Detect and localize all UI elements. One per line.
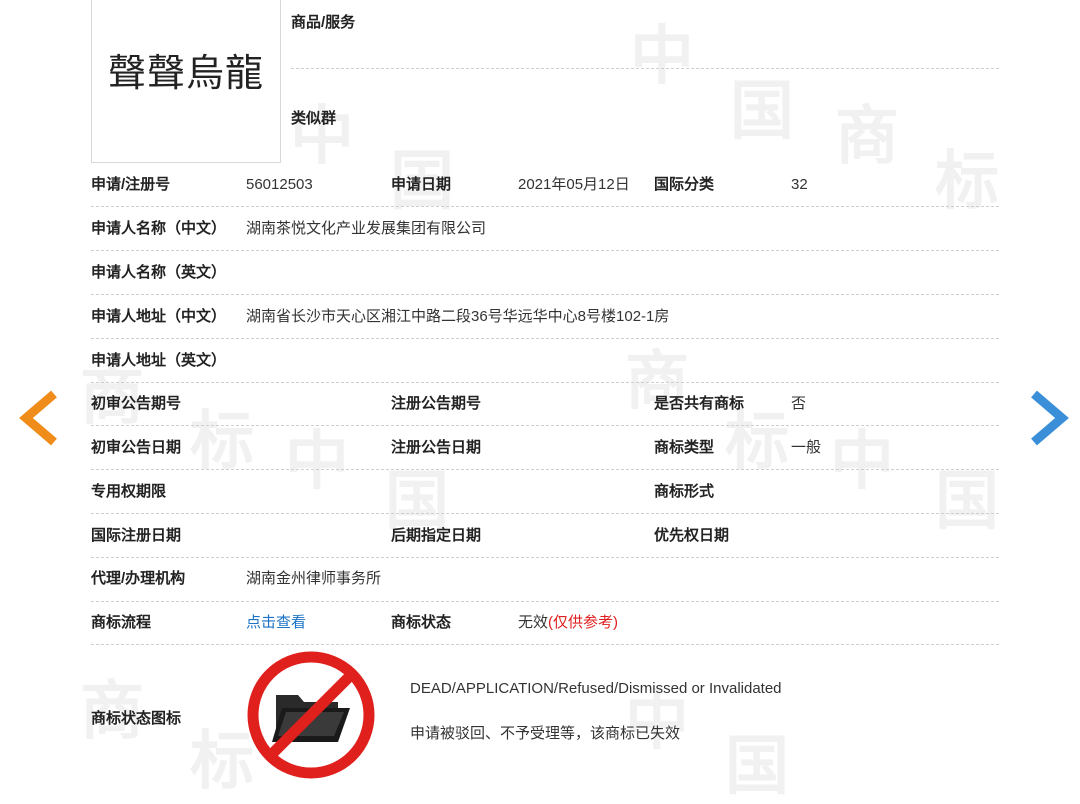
arrow-left-icon[interactable] xyxy=(18,390,58,446)
status-description-cn: 申请被驳回、不予受理等，该商标已失效 xyxy=(410,725,681,742)
reg-announcement-no-label: 注册公告期号 xyxy=(391,395,482,412)
intl-class-label: 国际分类 xyxy=(654,176,715,193)
priority-date-label: 优先权日期 xyxy=(654,527,730,544)
view-process-link[interactable]: 点击查看 xyxy=(246,601,306,645)
trademark-status-value: 无效(仅供参考) xyxy=(518,601,618,645)
exclusive-period-label: 专用权期限 xyxy=(91,483,167,500)
applicant-cn-label: 申请人名称（中文） xyxy=(91,220,227,237)
prohibited-folder-icon xyxy=(247,651,375,779)
agent-label: 代理/办理机构 xyxy=(91,570,186,587)
shared-trademark-value: 否 xyxy=(791,395,807,412)
watermark-char: 标 xyxy=(190,725,254,799)
row-applicant-cn: 申请人名称（中文） 湖南茶悦文化产业发展集团有限公司 xyxy=(91,207,999,251)
row-intl-registration: 国际注册日期 后期指定日期 优先权日期 xyxy=(91,514,999,558)
registration-no-value: 56012503 xyxy=(246,176,313,193)
application-date-value: 2021年05月12日 xyxy=(518,176,630,193)
row-announcement-date: 初审公告日期 注册公告日期 商标类型 一般 xyxy=(91,426,999,470)
row-applicant-en: 申请人名称（英文） xyxy=(91,251,999,295)
reference-only-note: (仅供参考) xyxy=(548,614,619,631)
agent-value: 湖南金州律师事务所 xyxy=(246,570,382,587)
similar-group-label: 类似群 xyxy=(291,110,337,127)
row-address-en: 申请人地址（英文） xyxy=(91,339,999,383)
later-designation-date-label: 后期指定日期 xyxy=(391,527,482,544)
watermark-char: 国 xyxy=(730,75,794,149)
goods-services-label: 商品/服务 xyxy=(291,14,356,31)
row-address-cn: 申请人地址（中文） 湖南省长沙市天心区湘江中路二段36号华远华中心8号楼102-… xyxy=(91,295,999,339)
application-date-label: 申请日期 xyxy=(391,176,452,193)
reg-announcement-date-label: 注册公告日期 xyxy=(391,439,482,456)
divider xyxy=(91,644,999,645)
row-process-status: 商标流程 点击查看 商标状态 无效(仅供参考) xyxy=(91,601,999,645)
arrow-right-icon[interactable] xyxy=(1030,390,1070,446)
row-registration: 申请/注册号 56012503 申请日期 2021年05月12日 国际分类 32 xyxy=(91,163,999,207)
prelim-announcement-no-label: 初审公告期号 xyxy=(91,395,182,412)
trademark-image: 聲聲烏龍 xyxy=(91,0,281,163)
watermark-char: 商 xyxy=(835,100,899,174)
trademark-status-label: 商标状态 xyxy=(391,614,452,631)
trademark-type-label: 商标类型 xyxy=(654,439,715,456)
applicant-cn-value: 湖南茶悦文化产业发展集团有限公司 xyxy=(246,220,487,237)
divider xyxy=(291,68,999,69)
prelim-announcement-date-label: 初审公告日期 xyxy=(91,439,182,456)
status-icon-label: 商标状态图标 xyxy=(91,710,182,727)
row-announcement-no: 初审公告期号 注册公告期号 是否共有商标 否 xyxy=(91,382,999,426)
trademark-logo-text: 聲聲烏龍 xyxy=(107,51,264,95)
status-text: 无效 xyxy=(518,614,549,631)
address-en-label: 申请人地址（英文） xyxy=(91,352,227,369)
registration-no-label: 申请/注册号 xyxy=(91,176,171,193)
trademark-form-label: 商标形式 xyxy=(654,483,715,500)
intl-class-value: 32 xyxy=(791,176,808,193)
address-cn-value: 湖南省长沙市天心区湘江中路二段36号华远华中心8号楼102-1房 xyxy=(246,308,670,325)
row-agent: 代理/办理机构 湖南金州律师事务所 xyxy=(91,557,999,601)
row-exclusive-period: 专用权期限 商标形式 xyxy=(91,470,999,514)
shared-trademark-label: 是否共有商标 xyxy=(654,395,745,412)
watermark-char: 国 xyxy=(725,730,789,804)
intl-reg-date-label: 国际注册日期 xyxy=(91,527,182,544)
applicant-en-label: 申请人名称（英文） xyxy=(91,264,227,281)
status-description-en: DEAD/APPLICATION/Refused/Dismissed or In… xyxy=(410,680,782,697)
trademark-type-value: 一般 xyxy=(791,439,822,456)
address-cn-label: 申请人地址（中文） xyxy=(91,308,227,325)
trademark-process-label: 商标流程 xyxy=(91,614,152,631)
watermark-char: 中 xyxy=(630,20,694,94)
